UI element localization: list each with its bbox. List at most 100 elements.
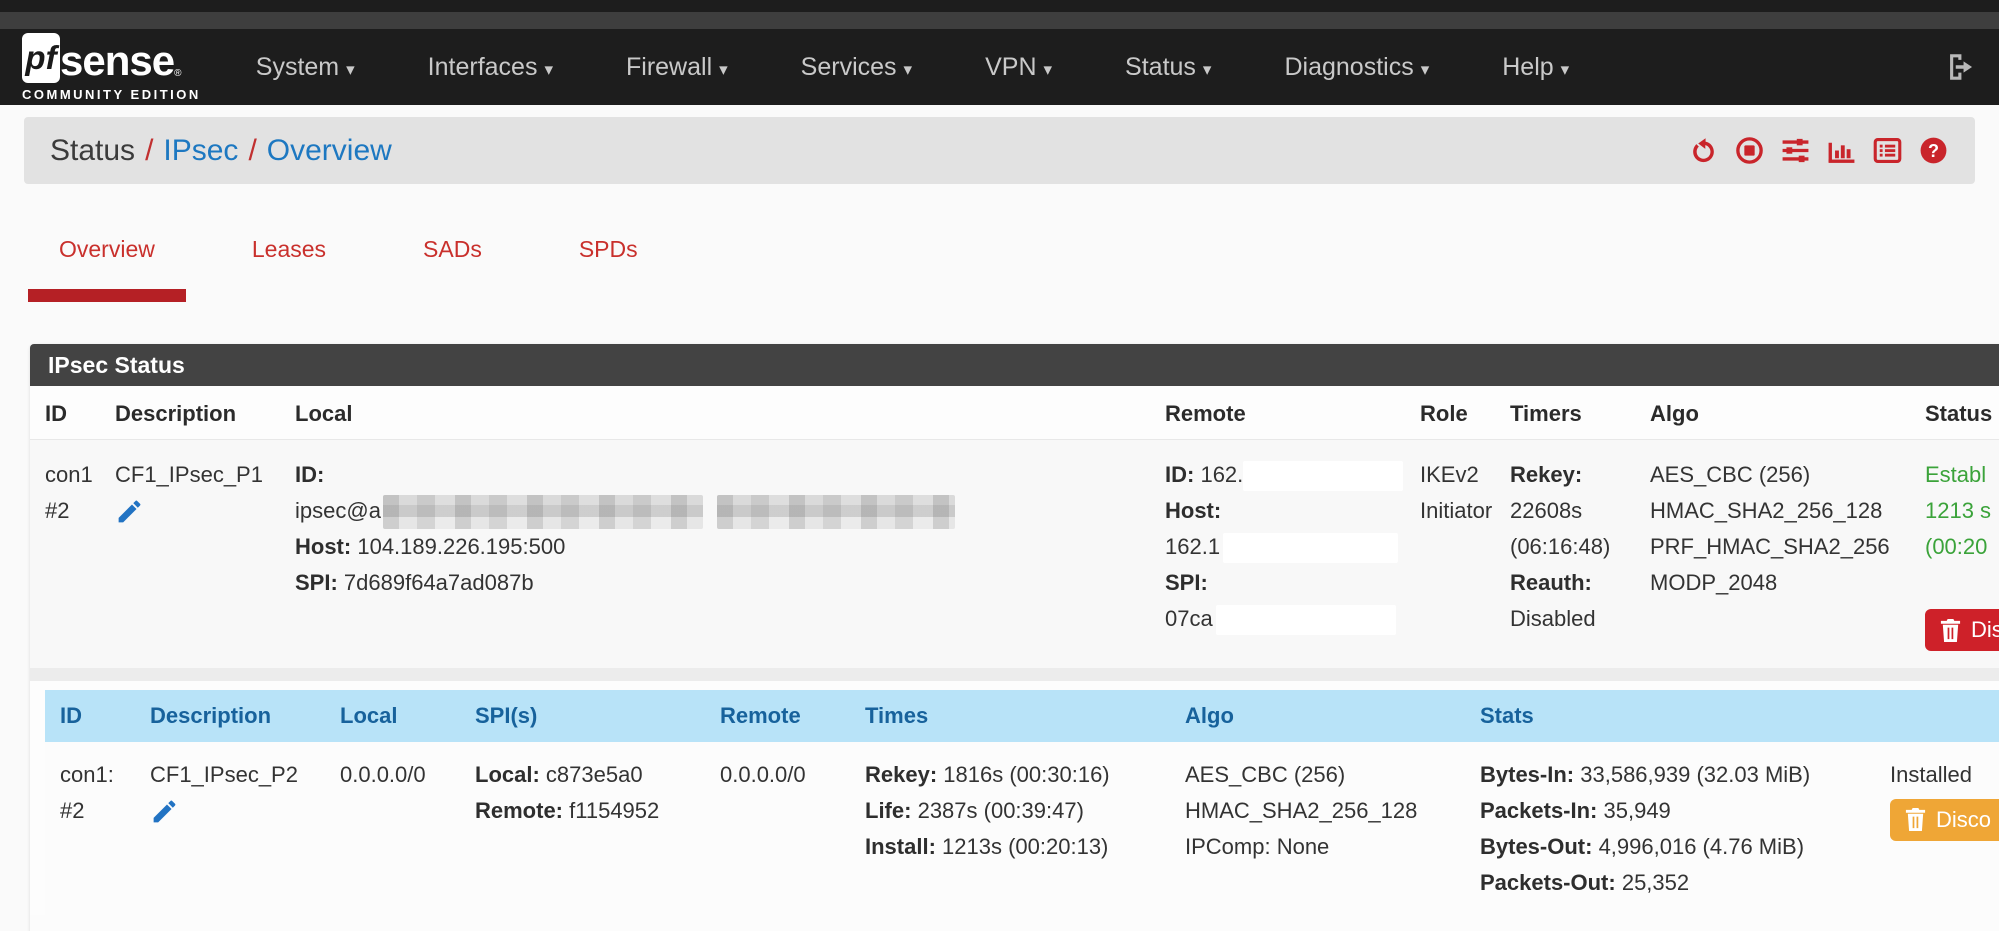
trash-icon xyxy=(1939,618,1962,643)
cell-description: CF1_IPsec_P2 xyxy=(135,742,325,915)
nav-item-vpn[interactable]: VPN▾ xyxy=(972,35,1065,100)
navbar-strip xyxy=(0,12,1999,29)
edit-icon[interactable] xyxy=(115,497,144,526)
phase2-header-row: ID Description Local SPI(s) Remote Times… xyxy=(45,690,1999,742)
logo-edition-text: COMMUNITY EDITION xyxy=(22,87,201,102)
cell-role: IKEv2 Initiator xyxy=(1405,440,1495,668)
svg-text:?: ? xyxy=(1928,141,1939,161)
breadcrumb-separator: / xyxy=(238,134,266,167)
chevron-down-icon: ▾ xyxy=(904,60,913,79)
nav-item-system[interactable]: System▾ xyxy=(243,35,368,100)
tab-sads[interactable]: SADs xyxy=(392,236,513,302)
phase2-table: ID Description Local SPI(s) Remote Times… xyxy=(45,690,1999,915)
column-header-local: Local xyxy=(280,386,1150,440)
cell-actions: Installed Disco xyxy=(1875,742,1999,915)
chevron-down-icon: ▾ xyxy=(1044,60,1053,79)
chevron-down-icon: ▾ xyxy=(1421,60,1430,79)
breadcrumb-page-link[interactable]: Overview xyxy=(267,134,392,167)
help-icon[interactable]: ? xyxy=(1918,135,1949,166)
redacted-blur xyxy=(383,495,703,529)
chevron-down-icon: ▾ xyxy=(1561,60,1570,79)
breadcrumb-toolbar: ? xyxy=(1688,135,1949,166)
logo-sense-text: sense xyxy=(60,39,174,83)
column-header-description: Description xyxy=(135,690,325,742)
redacted-box xyxy=(1223,533,1398,563)
column-header-timers: Timers xyxy=(1495,386,1635,440)
cell-spis: Local: c873e5a0 Remote: f1154952 xyxy=(460,742,705,915)
panel-title: IPsec Status xyxy=(30,344,1999,386)
column-header-stats: Stats xyxy=(1465,690,1875,742)
phase1-table: ID Description Local Remote Role Timers … xyxy=(30,386,1999,668)
chevron-down-icon: ▾ xyxy=(544,60,553,79)
column-header-id: ID xyxy=(45,690,135,742)
cell-times: Rekey: 1816s (00:30:16) Life: 2387s (00:… xyxy=(850,742,1170,915)
nav-item-services[interactable]: Services▾ xyxy=(788,35,925,100)
bar-chart-icon[interactable] xyxy=(1826,135,1857,166)
cell-id: con1 #2 xyxy=(30,440,100,668)
breadcrumb: Status/IPsec/Overview xyxy=(50,134,392,168)
section-divider xyxy=(30,668,1999,681)
cell-description: CF1_IPsec_P1 xyxy=(100,440,280,668)
disconnect-p1-button[interactable]: Dis xyxy=(1925,609,1999,651)
column-header-times: Times xyxy=(850,690,1170,742)
list-icon[interactable] xyxy=(1872,135,1903,166)
tab-overview[interactable]: Overview xyxy=(28,236,186,302)
chevron-down-icon: ▾ xyxy=(1203,60,1212,79)
cell-stats: Bytes-In: 33,586,939 (32.03 MiB) Packets… xyxy=(1465,742,1875,915)
column-header-role: Role xyxy=(1405,386,1495,440)
breadcrumb-root: Status xyxy=(50,134,135,167)
phase2-row: con1: #2 CF1_IPsec_P2 0.0.0.0/0 Local: c… xyxy=(45,742,1999,915)
edit-icon[interactable] xyxy=(150,797,179,826)
redacted-blur xyxy=(717,495,955,529)
refresh-icon[interactable] xyxy=(1688,135,1719,166)
status-tabs: Overview Leases SADs SPDs xyxy=(28,236,1999,302)
logo-registered-mark: ® xyxy=(174,68,181,79)
column-header-algo: Algo xyxy=(1170,690,1465,742)
tab-leases[interactable]: Leases xyxy=(221,236,357,302)
column-header-remote: Remote xyxy=(1150,386,1405,440)
nav-item-firewall[interactable]: Firewall▾ xyxy=(613,35,741,100)
column-header-status: Status xyxy=(1910,386,1999,440)
logout-icon[interactable] xyxy=(1943,50,1977,84)
ipsec-status-panel: IPsec Status ID Description Local Remote… xyxy=(30,344,1999,931)
cell-id: con1: #2 xyxy=(45,742,135,915)
column-header-algo: Algo xyxy=(1635,386,1910,440)
column-header-remote: Remote xyxy=(705,690,850,742)
redacted-box xyxy=(1243,461,1403,491)
chevron-down-icon: ▾ xyxy=(346,60,355,79)
cell-local: ID: ipsec@a Host: 104.189.226.195:500 SP… xyxy=(280,440,1150,668)
cell-algo: AES_CBC (256) HMAC_SHA2_256_128 PRF_HMAC… xyxy=(1635,440,1910,668)
breadcrumb-separator: / xyxy=(135,134,163,167)
stop-icon[interactable] xyxy=(1734,135,1765,166)
cell-remote: ID: 162. Host: 162.1 SPI: 07ca xyxy=(1150,440,1405,668)
pfsense-logo[interactable]: pf sense ® COMMUNITY EDITION xyxy=(22,33,201,102)
column-header-id: ID xyxy=(30,386,100,440)
status-established: Establ xyxy=(1925,457,1999,493)
breadcrumb-bar: Status/IPsec/Overview ? xyxy=(24,117,1975,184)
chevron-down-icon: ▾ xyxy=(719,60,728,79)
column-header-spis: SPI(s) xyxy=(460,690,705,742)
cell-local: 0.0.0.0/0 xyxy=(325,742,460,915)
sliders-icon[interactable] xyxy=(1780,135,1811,166)
nav-item-interfaces[interactable]: Interfaces▾ xyxy=(415,35,566,100)
cell-algo: AES_CBC (256) HMAC_SHA2_256_128 IPComp: … xyxy=(1170,742,1465,915)
trash-icon xyxy=(1904,807,1927,832)
disconnect-p2-button[interactable]: Disco xyxy=(1890,799,1999,841)
phase1-header-row: ID Description Local Remote Role Timers … xyxy=(30,386,1999,440)
top-navbar: pf sense ® COMMUNITY EDITION System▾ Int… xyxy=(0,0,1999,105)
nav-item-help[interactable]: Help▾ xyxy=(1489,35,1582,100)
phase1-row: con1 #2 CF1_IPsec_P1 ID: ipsec@a Host: 1… xyxy=(30,440,1999,668)
cell-remote: 0.0.0.0/0 xyxy=(705,742,850,915)
breadcrumb-section-link[interactable]: IPsec xyxy=(163,134,238,167)
status-installed: Installed xyxy=(1890,757,1999,793)
redacted-box xyxy=(1216,605,1396,635)
nav-item-diagnostics[interactable]: Diagnostics▾ xyxy=(1271,35,1442,100)
column-header-actions xyxy=(1875,690,1999,742)
cell-status: Establ 1213 s (00:20 Dis xyxy=(1910,440,1999,668)
column-header-description: Description xyxy=(100,386,280,440)
cell-timers: Rekey: 22608s (06:16:48) Reauth: Disable… xyxy=(1495,440,1635,668)
nav-item-status[interactable]: Status▾ xyxy=(1112,35,1224,100)
column-header-local: Local xyxy=(325,690,460,742)
tab-spds[interactable]: SPDs xyxy=(548,236,669,302)
panel-footer xyxy=(30,915,1999,931)
